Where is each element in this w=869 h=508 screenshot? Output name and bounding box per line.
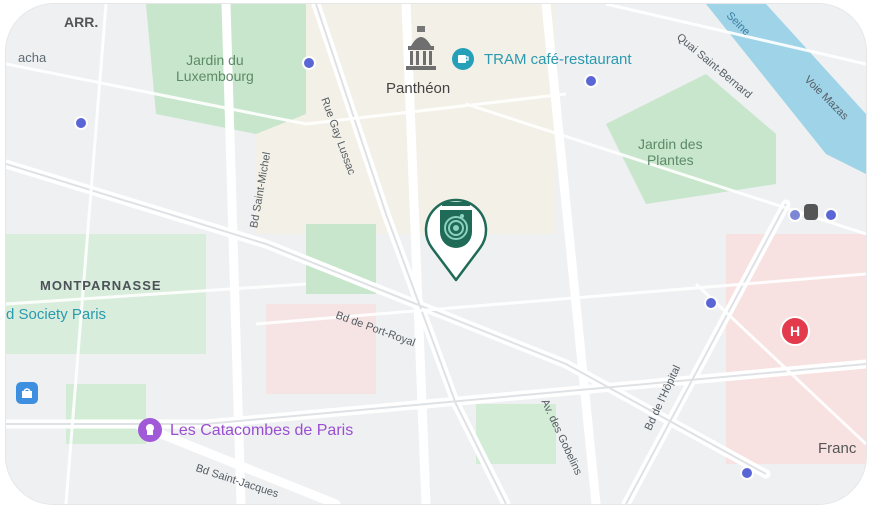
monument-icon[interactable]: [404, 24, 438, 76]
district-partial-label: ARR.: [64, 14, 99, 30]
metro-icon[interactable]: [302, 56, 316, 70]
metro-icon[interactable]: [704, 296, 718, 310]
cafe-icon[interactable]: [452, 48, 474, 70]
poi-label-catacombes[interactable]: Les Catacombes de Paris: [170, 422, 353, 440]
metro-icon[interactable]: [788, 208, 802, 222]
place-partial-label: acha: [18, 50, 47, 65]
poi-label-pantheon[interactable]: Panthéon: [386, 80, 450, 97]
park-label-luxembourg-line2: Luxembourg: [176, 68, 254, 84]
poi-label-society[interactable]: d Society Paris: [6, 306, 106, 323]
park-label-plantes-line2: Plantes: [646, 152, 694, 168]
catacombes-icon[interactable]: [138, 418, 162, 442]
poi-label-tram[interactable]: TRAM café-restaurant: [484, 51, 632, 68]
shopping-icon[interactable]: [16, 382, 38, 404]
location-pin-icon[interactable]: [416, 184, 496, 284]
district-label-montparnasse: MONTPARNASSE: [40, 278, 162, 293]
park-label-luxembourg: Jardin du Luxembourg: [176, 52, 254, 84]
bus-icon[interactable]: [804, 204, 818, 220]
hospital-icon[interactable]: H: [780, 316, 810, 346]
metro-icon[interactable]: [740, 466, 754, 480]
park-label-luxembourg-line1: Jardin du: [186, 52, 244, 68]
place-label-france-partial: Franc: [818, 440, 857, 457]
park-label-plantes: Jardin des Plantes: [638, 136, 703, 168]
metro-icon[interactable]: [584, 74, 598, 88]
metro-icon[interactable]: [74, 116, 88, 130]
park-label-plantes-line1: Jardin des: [638, 136, 703, 152]
map-view[interactable]: ARR. acha Jardin du Luxembourg Panthéon …: [6, 4, 866, 504]
metro-icon[interactable]: [824, 208, 838, 222]
